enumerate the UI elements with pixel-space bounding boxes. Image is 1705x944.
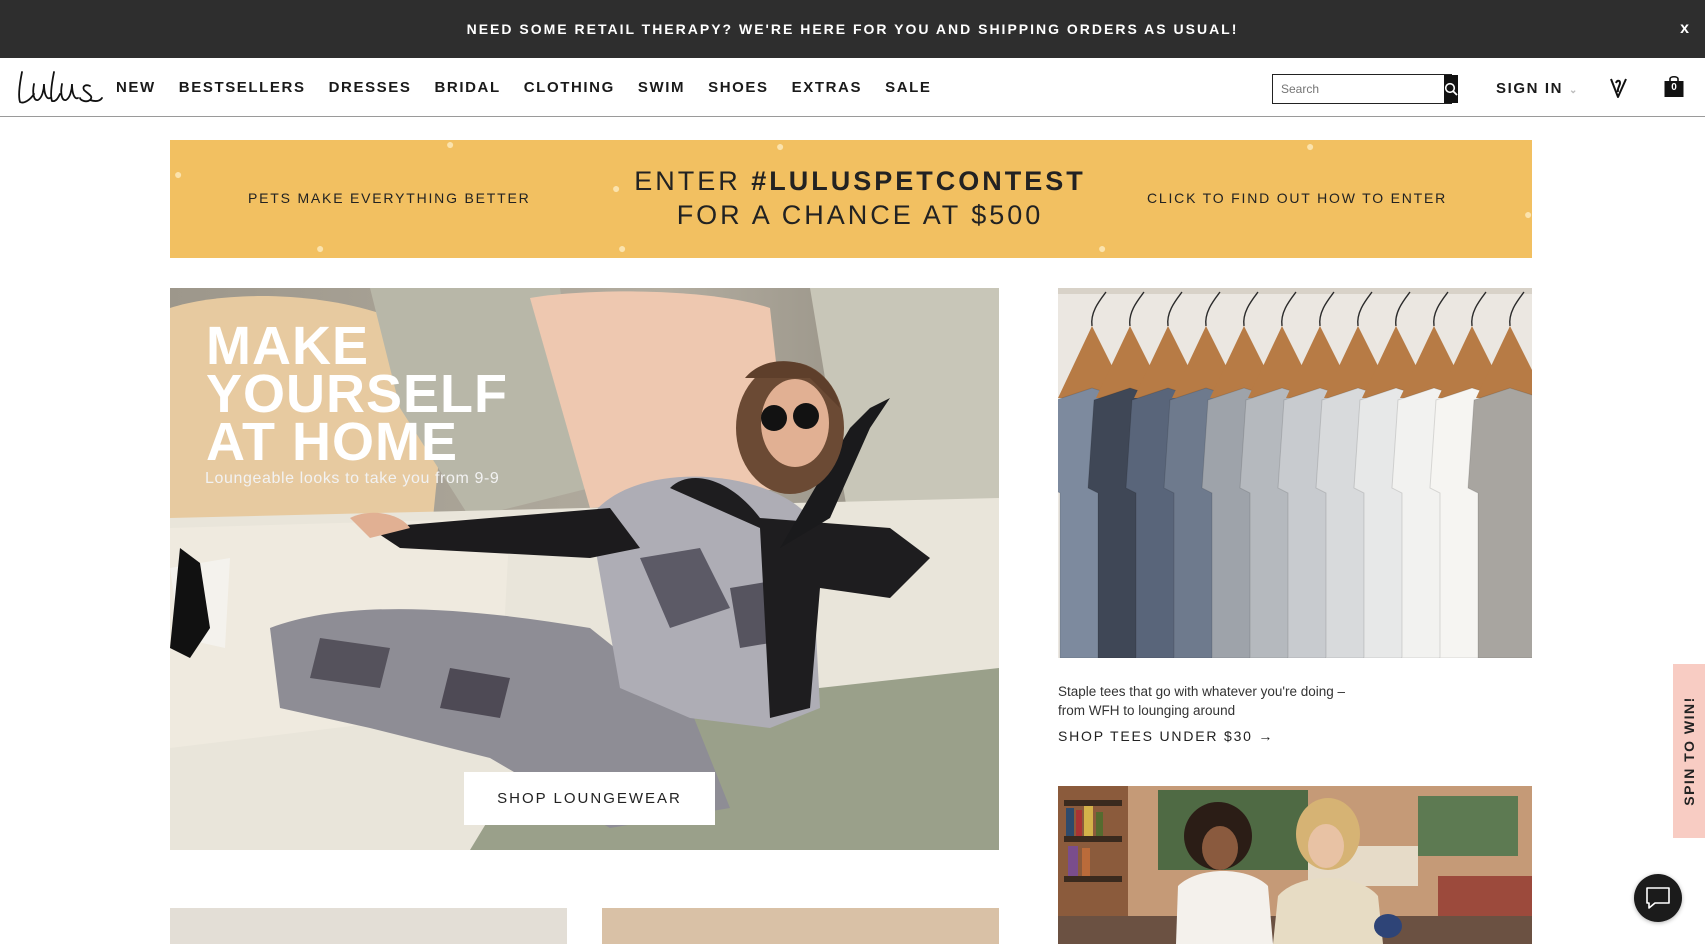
kitchen-image[interactable] xyxy=(1058,786,1532,944)
paw-icon: ● xyxy=(316,240,325,256)
nav-item-bestsellers[interactable]: BESTSELLERS xyxy=(179,79,306,96)
lulus-logo[interactable] xyxy=(16,68,104,108)
paw-icon: ● xyxy=(1098,240,1107,256)
tees-image[interactable] xyxy=(1058,288,1532,658)
bag-count: 0 xyxy=(1671,82,1677,93)
hero-subtitle: Loungeable looks to take you from 9-9 xyxy=(205,470,500,487)
main-nav: NEW BESTSELLERS DRESSES BRIDAL CLOTHING … xyxy=(0,58,1705,117)
banner-cta[interactable]: CLICK TO FIND OUT HOW TO ENTER xyxy=(1147,190,1447,206)
heart-icon[interactable] xyxy=(1608,76,1630,100)
nav-item-sale[interactable]: SALE xyxy=(885,79,931,96)
hero-title-line: YOURSELF xyxy=(206,364,509,424)
nav-item-extras[interactable]: EXTRAS xyxy=(792,79,862,96)
promo-tile-left[interactable] xyxy=(170,908,567,944)
paw-icon: ● xyxy=(1306,140,1315,154)
tees-description-line: from WFH to lounging around xyxy=(1058,703,1236,718)
nav-item-swim[interactable]: SWIM xyxy=(638,79,685,96)
promo-tile-middle[interactable] xyxy=(602,908,999,944)
tees-photo xyxy=(1058,288,1532,658)
paw-icon: ● xyxy=(446,140,455,152)
banner-headline-line2: FOR A CHANCE AT $500 xyxy=(676,200,1044,230)
chevron-down-icon: ⌄ xyxy=(1569,85,1580,96)
chat-icon xyxy=(1646,887,1670,909)
nav-item-bridal[interactable]: BRIDAL xyxy=(434,79,500,96)
hero-loungewear[interactable]: MAKE YOURSELF AT HOME Loungeable looks t… xyxy=(170,288,999,850)
search-box xyxy=(1272,74,1458,104)
paw-icon: ● xyxy=(618,240,627,256)
paw-icon: ● xyxy=(1524,206,1532,222)
banner-hashtag: #LULUSPETCONTEST xyxy=(751,166,1086,196)
chat-button[interactable] xyxy=(1634,874,1682,922)
search-input[interactable] xyxy=(1273,75,1444,103)
nav-item-shoes[interactable]: SHOES xyxy=(708,79,769,96)
close-icon[interactable]: x xyxy=(1680,20,1691,38)
spin-to-win-tab[interactable]: SPIN TO WIN! xyxy=(1673,664,1705,838)
promo-bar: NEED SOME RETAIL THERAPY? WE'RE HERE FOR… xyxy=(0,0,1705,58)
nav-item-dresses[interactable]: DRESSES xyxy=(329,79,412,96)
hero-title-line: AT HOME xyxy=(206,412,458,472)
promo-text: NEED SOME RETAIL THERAPY? WE'RE HERE FOR… xyxy=(466,21,1239,37)
search-button[interactable] xyxy=(1444,75,1458,103)
hero-title-line: MAKE xyxy=(206,316,369,376)
tees-description-line: Staple tees that go with whatever you're… xyxy=(1058,684,1346,699)
hero-title: MAKE YOURSELF AT HOME xyxy=(206,316,509,472)
shop-tees-link[interactable]: SHOP TEES UNDER $30 → xyxy=(1058,728,1274,744)
banner-left-text: PETS MAKE EVERYTHING BETTER xyxy=(248,190,531,206)
shop-loungewear-button[interactable]: SHOP LOUNGEWEAR xyxy=(464,772,715,825)
paw-icon: ● xyxy=(776,140,785,154)
pet-contest-banner[interactable]: ● ● ● ● ● ● ● ● ● PETS MAKE EVERYTHING B… xyxy=(170,140,1532,258)
banner-headline-prefix: ENTER xyxy=(634,166,752,196)
search-icon xyxy=(1444,82,1458,96)
sign-in-label: SIGN IN xyxy=(1496,80,1564,97)
paw-icon: ● xyxy=(174,166,183,182)
sign-in-menu[interactable]: SIGN IN ⌄ xyxy=(1496,80,1579,97)
nav-menu: NEW BESTSELLERS DRESSES BRIDAL CLOTHING … xyxy=(116,58,955,116)
spin-to-win-label: SPIN TO WIN! xyxy=(1681,696,1697,806)
banner-headline: ENTER #LULUSPETCONTEST FOR A CHANCE AT $… xyxy=(590,164,1130,232)
bag-icon[interactable]: 0 xyxy=(1664,74,1684,98)
tees-description: Staple tees that go with whatever you're… xyxy=(1058,682,1418,720)
nav-item-new[interactable]: NEW xyxy=(116,79,156,96)
kitchen-photo xyxy=(1058,786,1532,944)
nav-item-clothing[interactable]: CLOTHING xyxy=(524,79,615,96)
